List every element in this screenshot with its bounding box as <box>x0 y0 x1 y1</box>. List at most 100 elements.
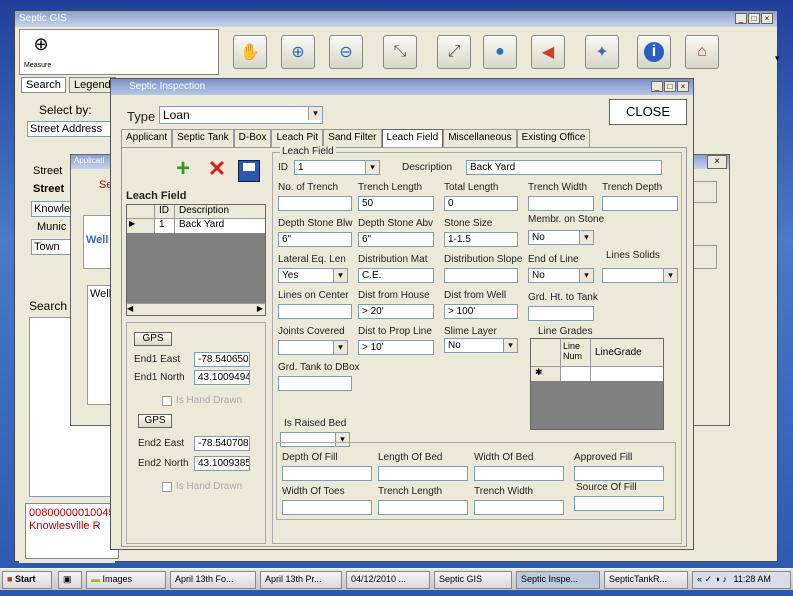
trench-depth-input[interactable] <box>602 196 678 211</box>
minimize-button[interactable]: _ <box>735 13 747 24</box>
end1-north-input[interactable]: 43.1009494 <box>194 370 250 385</box>
tab-d-box[interactable]: D-Box <box>233 129 272 147</box>
home-icon[interactable]: ⌂ <box>685 35 719 69</box>
grid-horizontal-scrollbar[interactable]: ◀ ▶ <box>127 303 265 315</box>
slime-layer-combo[interactable]: No <box>444 338 518 353</box>
maximize-button[interactable]: □ <box>748 13 760 24</box>
taskbar-item-april-13-fo[interactable]: April 13th Fo... <box>170 571 256 589</box>
end2-hand-drawn-checkbox[interactable] <box>162 482 172 492</box>
total-length-input[interactable]: 0 <box>444 196 518 211</box>
measure-tool[interactable]: ⊕ Measure <box>19 29 219 75</box>
close-inspection-button[interactable]: CLOSE <box>609 99 687 125</box>
trench-length-input[interactable]: 50 <box>358 196 434 211</box>
zoom-extent-in-icon[interactable]: ⤡ <box>383 35 417 69</box>
trench-length2-input[interactable] <box>378 500 468 515</box>
trench-width-input[interactable] <box>528 196 594 211</box>
width-bed-input[interactable] <box>474 466 564 481</box>
satellite-icon[interactable]: ✦ <box>585 35 619 69</box>
tray-icons[interactable]: « ✓ ◑ ♪ <box>697 574 727 584</box>
stone-size-input[interactable]: 1-1.5 <box>444 232 518 247</box>
tab-existing-office[interactable]: Existing Office <box>516 129 591 147</box>
zoom-in-icon[interactable]: ⊕ <box>281 35 315 69</box>
grid-header: ID Description <box>127 205 265 219</box>
dist-prop-line-input[interactable]: > 10' <box>358 340 434 355</box>
taskbar-item-septic-inspection[interactable]: Septic Inspe... <box>516 571 600 589</box>
dist-well-input[interactable]: > 100' <box>444 304 518 319</box>
gps-button-2[interactable]: GPS <box>138 414 172 428</box>
selected-result[interactable]: 00800000010045 Knowlesville R <box>25 503 119 559</box>
tab-leach-field[interactable]: Leach Field <box>381 129 444 147</box>
tab-search[interactable]: Search <box>21 77 66 93</box>
tab-sand-filter[interactable]: Sand Filter <box>323 129 382 147</box>
approved-fill-input[interactable] <box>574 466 664 481</box>
joints-covered-combo[interactable] <box>278 340 348 355</box>
length-bed-input[interactable] <box>378 466 468 481</box>
source-fill-input[interactable] <box>574 496 664 511</box>
pan-hand-icon[interactable]: ✋ <box>233 35 267 69</box>
lines-solids-combo[interactable] <box>602 268 678 283</box>
membrane-combo[interactable]: No <box>528 230 594 245</box>
no-trench-input[interactable] <box>278 196 352 211</box>
distribution-slope-input[interactable] <box>444 268 518 283</box>
grd-ht-tank-input[interactable] <box>528 306 594 321</box>
gps-button-1[interactable]: GPS <box>134 332 172 346</box>
taskbar-item-april-13-pr[interactable]: April 13th Pr... <box>260 571 342 589</box>
end2-north-input[interactable]: 43.1009385 <box>194 456 250 471</box>
add-record-button[interactable]: + <box>170 157 196 182</box>
depth-stone-blw-input[interactable]: 6" <box>278 232 352 247</box>
tab-septic-tank[interactable]: Septic Tank <box>172 129 234 147</box>
tab-applicant[interactable]: Applicant <box>121 129 173 147</box>
type-combo[interactable]: Loan <box>159 106 323 124</box>
zoom-extent-out-icon[interactable]: ⤢ <box>437 35 471 69</box>
trench-width2-input[interactable] <box>474 500 564 515</box>
grd-tank-dbox-input[interactable] <box>278 376 352 391</box>
table-row[interactable]: ▶ 1 Back Yard <box>127 219 265 233</box>
gis-titlebar: Septic GIS _ □ × <box>15 11 777 27</box>
info-icon[interactable]: i <box>637 35 671 69</box>
application-dialog-close-button[interactable]: × <box>707 155 727 169</box>
select-by-combo[interactable]: Street Address <box>27 121 117 137</box>
end-of-line-combo[interactable]: No <box>528 268 594 283</box>
depth-stone-abv-input[interactable]: 6" <box>358 232 434 247</box>
depth-fill-input[interactable] <box>282 466 372 481</box>
septic-maximize-button[interactable]: □ <box>664 81 676 92</box>
end1-hand-drawn-checkbox[interactable] <box>162 396 172 406</box>
start-label: Start <box>14 574 36 584</box>
zoom-out-icon[interactable]: ⊖ <box>329 35 363 69</box>
tab-miscellaneous[interactable]: Miscellaneous <box>443 129 517 147</box>
delete-record-button[interactable]: ✕ <box>204 158 230 182</box>
globe-icon[interactable]: ● <box>483 35 517 69</box>
grid-col-description: Description <box>179 205 230 216</box>
tab-legend[interactable]: Legend <box>69 77 116 93</box>
quicklaunch-icon[interactable]: ▣ <box>58 571 82 589</box>
taskbar-item-04-12-2010[interactable]: 04/12/2010 ... <box>346 571 430 589</box>
line-grades-grid[interactable]: Line Num LineGrade ✱ <box>530 338 664 430</box>
back-arrow-icon[interactable]: ◀ <box>531 35 565 69</box>
width-toes-input[interactable] <box>282 500 372 515</box>
id-combo[interactable]: 1 <box>294 160 380 175</box>
end1-east-input[interactable]: -78.5406500 <box>194 352 250 367</box>
dist-house-input[interactable]: > 20' <box>358 304 434 319</box>
taskbar-item-septic-gis[interactable]: Septic GIS <box>434 571 512 589</box>
lateral-eq-label: Lateral Eq. Len <box>278 254 346 265</box>
description-input[interactable]: Back Yard <box>466 160 662 175</box>
close-button[interactable]: × <box>761 13 773 24</box>
lines-on-center-input[interactable] <box>278 304 352 319</box>
taskbar-item-septic-tank-report[interactable]: SepticTankR... <box>604 571 688 589</box>
leach-field-details-title: Leach Field <box>280 146 336 157</box>
taskbar-item-images[interactable]: ▬ Images <box>86 571 166 589</box>
septic-minimize-button[interactable]: _ <box>651 81 663 92</box>
line-grades-new-row[interactable]: ✱ <box>531 367 663 381</box>
distribution-slope-label: Distribution Slope <box>444 254 523 265</box>
lateral-eq-combo[interactable]: Yes <box>278 268 348 283</box>
leach-field-grid[interactable]: ID Description ▶ 1 Back Yard ◀ ▶ <box>126 204 266 316</box>
start-button[interactable]: ■ Start <box>2 571 52 589</box>
toolbar-overflow-icon[interactable]: ▾ <box>775 53 780 64</box>
dist-prop-line-label: Dist to Prop Line <box>358 326 432 337</box>
leach-field-list-label: Leach Field <box>126 190 187 202</box>
distribution-mat-input[interactable]: C.E. <box>358 268 434 283</box>
tab-leach-pit[interactable]: Leach Pit <box>271 129 324 147</box>
septic-close-button[interactable]: × <box>677 81 689 92</box>
end2-east-input[interactable]: -78.5407083 <box>194 436 250 451</box>
save-record-button[interactable] <box>238 160 260 182</box>
